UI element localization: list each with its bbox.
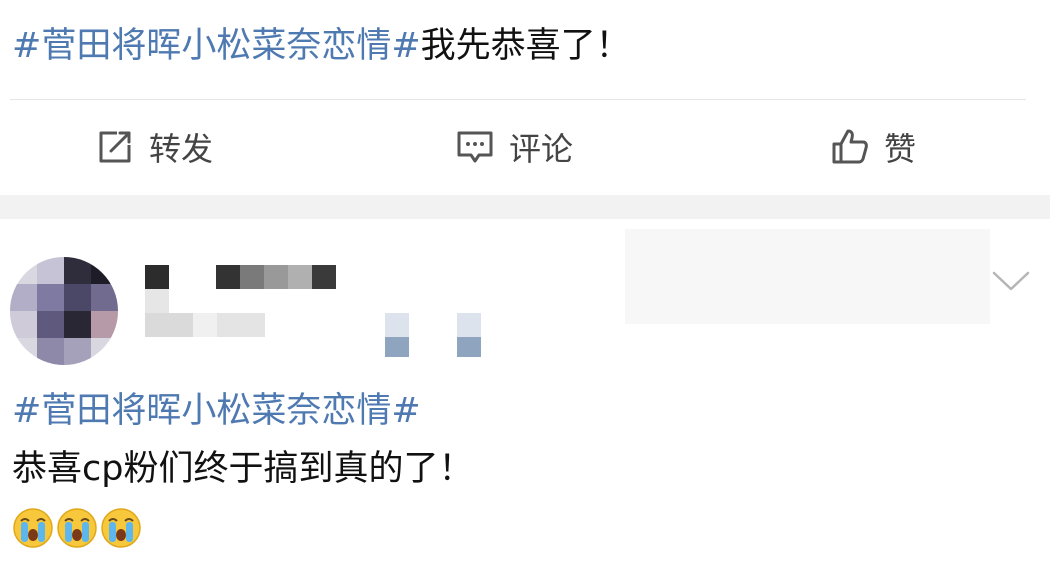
emoji-row (12, 507, 142, 553)
comment-button[interactable]: 评论 (455, 100, 573, 194)
crying-face-icon (101, 508, 141, 548)
post-hashtag-link[interactable]: #菅田将晖小松菜奈恋情# (12, 26, 421, 66)
post-text: 我先恭喜了！ (420, 26, 631, 66)
avatar[interactable] (10, 257, 118, 365)
post-content: #菅田将晖小松菜奈恋情#我先恭喜了！ (12, 24, 631, 68)
comment-text: 恭喜cp粉们终于搞到真的了！ (12, 449, 474, 489)
crying-face-icon (57, 508, 97, 548)
repost-icon (99, 131, 131, 163)
post-card: #菅田将晖小松菜奈恋情#我先恭喜了！ 转发 评论 赞 (0, 0, 1050, 195)
like-button[interactable]: 赞 (830, 100, 916, 194)
section-separator (0, 195, 1050, 219)
comment-card: #菅田将晖小松菜奈恋情# 恭喜cp粉们终于搞到真的了！ (0, 219, 1050, 564)
thumbs-up-icon (832, 129, 868, 164)
action-bar: 转发 评论 赞 (0, 100, 1050, 194)
crying-face-icon (13, 508, 53, 548)
chevron-down-icon[interactable] (992, 269, 1030, 293)
comment-hashtag-link[interactable]: #菅田将晖小松菜奈恋情# (12, 389, 421, 433)
repost-button[interactable]: 转发 (95, 100, 213, 194)
comment-icon (457, 131, 493, 163)
comment-label: 评论 (509, 130, 574, 168)
like-label: 赞 (884, 130, 917, 168)
repost-label: 转发 (149, 130, 214, 168)
